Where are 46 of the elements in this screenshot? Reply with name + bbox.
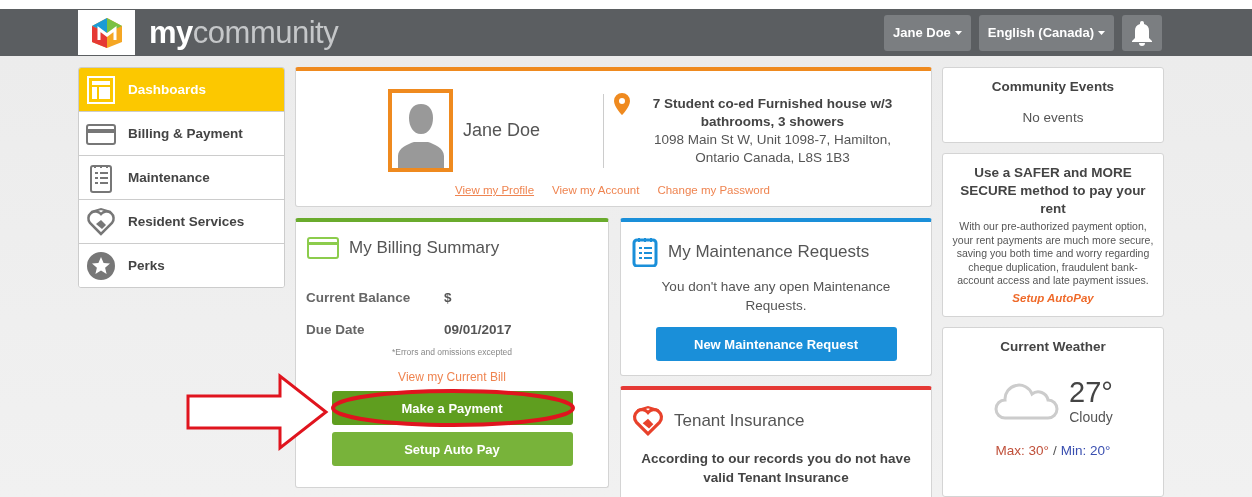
billing-value: $ [444,289,452,305]
language-menu[interactable]: English (Canada) [978,14,1114,51]
logo-icon[interactable] [78,10,135,55]
heart-handshake-icon [86,206,116,237]
profile-link[interactable]: Change my Password [657,184,770,196]
clipboard-list-icon [632,237,658,267]
billing-value: 09/01/2017 [444,321,512,337]
current-bill-link[interactable]: View my Current Bill [398,370,506,384]
caret-icon [1098,30,1105,35]
setup-autopay-link[interactable]: Setup AutoPay [1012,291,1094,304]
card-title: My Maintenance Requests [668,242,870,262]
property-name: 7 Student co-ed Furnished house w/3 bathrooms, 3 showers [651,94,894,131]
disclaimer-note: *Errors and omissions excepted [391,347,513,357]
billing-label: Due Date [306,321,366,337]
brand-name: mycommunity [149,14,339,51]
card-title: Community Events [990,78,1116,96]
max-temperature: Max: 30° [995,442,1049,458]
user-name: Jane Doe [463,120,542,141]
location-pin-icon [614,93,630,115]
caret-icon [954,30,962,35]
card-title: Tenant Insurance [674,411,805,431]
heart-handshake-icon [632,405,664,437]
card-title: Current Weather [999,337,1107,356]
notifications-button[interactable] [1122,14,1162,51]
card-title: My Billing Summary [349,238,500,258]
sidebar-item[interactable]: Perks [79,243,284,287]
autopay-heading: Use a SAFER and MORE SECURE method to pay your rent [959,164,1147,218]
bell-icon [1131,19,1153,46]
profile-link[interactable]: View my Account [552,184,640,196]
user-menu[interactable]: Jane Doe [884,14,971,51]
layout-icon [86,74,116,105]
maintenance-message: You don't have any open Maintenance Requests. [660,278,892,315]
payment-button[interactable]: Setup Auto Pay [331,432,573,466]
temperature: 27° [1069,375,1113,409]
profile-link[interactable]: View my Profile [455,184,535,196]
avatar-icon [388,89,453,172]
billing-label: Current Balance [306,289,412,305]
new-request-button[interactable]: New Maintenance Request [655,327,897,361]
weather-condition: Cloudy [1069,408,1113,425]
property-address: 1098 Main St W, Unit 1098-7, Hamilton, Ontario Canada, L8S 1B3 [652,130,893,167]
events-message: No events [1021,110,1085,125]
separator: / [1053,442,1057,458]
autopay-description: With our pre-authorized payment option, your rent payments are much more secure, saving you both time and worry regarding cheque duplication, fraudulent bank-account access and late payment issues. [951,220,1155,288]
insurance-message: According to our records you do not have valid Tenant Insurance [640,450,912,487]
min-temperature: Min: 20° [1060,442,1111,458]
credit-card-icon [307,237,339,259]
